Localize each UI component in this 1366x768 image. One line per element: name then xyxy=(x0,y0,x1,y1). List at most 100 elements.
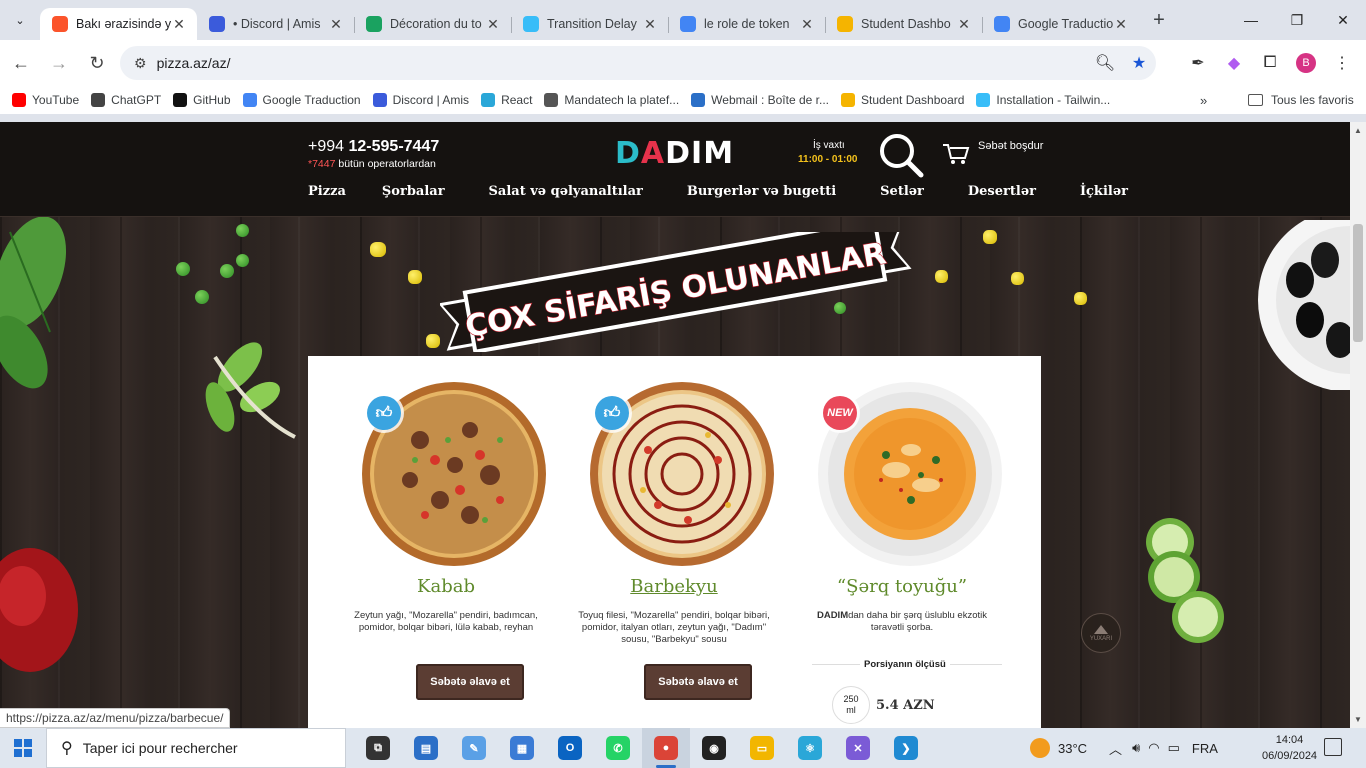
wifi-icon[interactable]: ◠ xyxy=(1148,740,1159,756)
chatgpt-icon xyxy=(91,93,106,107)
browser-toolbar: ← → ↻ ⚙ pizza.az/az/ 🔍︎ ★ ✒ ◆ ⧠ B ⋮ xyxy=(0,40,1366,86)
close-tab-icon[interactable]: ✕ xyxy=(1113,16,1129,33)
scrollbar-thumb[interactable] xyxy=(1353,224,1363,342)
weather-temperature[interactable]: 33°C xyxy=(1058,741,1087,756)
dadim-logo[interactable]: DADIM xyxy=(615,136,734,171)
thumbs-up-badge-icon: 👍︎ xyxy=(367,396,401,430)
bookmark-star-icon[interactable]: ★ xyxy=(1122,53,1156,73)
scroll-up-arrow-icon[interactable]: ▲ xyxy=(1354,126,1362,135)
extension-gradient-icon[interactable]: ◆ xyxy=(1216,46,1252,80)
browser-tab[interactable]: • Discord | Amis ✕ xyxy=(197,8,354,40)
restore-icon[interactable]: ❐ xyxy=(1274,0,1320,40)
outlook-icon[interactable]: O xyxy=(546,728,594,768)
url-text[interactable]: pizza.az/az/ xyxy=(157,55,1088,71)
calculator-icon[interactable]: ▦ xyxy=(498,728,546,768)
bookmark-item[interactable]: Installation - Tailwin... xyxy=(976,93,1110,107)
bookmark-item[interactable]: YouTube xyxy=(12,93,79,107)
cart-status[interactable]: Səbət boşdur xyxy=(978,140,1043,152)
scroll-to-top-button[interactable]: YUXARI xyxy=(1081,613,1121,653)
nav-salads[interactable]: Salat və qəlyanaltılar xyxy=(489,184,643,199)
bookmark-item[interactable]: React xyxy=(481,93,532,107)
thumbs-up-badge-icon: 👍︎ xyxy=(595,396,629,430)
phone-number[interactable]: +994 12-595-7447 xyxy=(308,138,439,156)
search-icon[interactable] xyxy=(878,132,924,178)
notifications-icon[interactable] xyxy=(1324,738,1342,756)
battery-icon[interactable]: ▭ xyxy=(1168,740,1180,756)
volume-icon[interactable]: 🔊︎ xyxy=(1132,740,1140,756)
product-name[interactable]: Kabab xyxy=(332,576,560,597)
portion-size-option[interactable]: 250 ml xyxy=(832,686,870,724)
add-to-cart-button[interactable]: Səbətə əlavə et xyxy=(644,664,752,700)
browser-tab[interactable]: Bakı ərazisində y ✕ xyxy=(40,8,197,40)
bookmark-item[interactable]: Discord | Amis xyxy=(372,93,469,107)
network-app-icon[interactable]: ▤ xyxy=(402,728,450,768)
nav-desserts[interactable]: Desertlər xyxy=(968,184,1036,199)
scroll-down-arrow-icon[interactable]: ▼ xyxy=(1354,715,1362,724)
extensions-puzzle-icon[interactable]: ⧠ xyxy=(1252,46,1288,80)
nav-sets[interactable]: Setlər xyxy=(880,184,924,199)
close-tab-icon[interactable]: ✕ xyxy=(485,16,501,33)
reload-icon[interactable]: ↻ xyxy=(80,46,114,80)
file-explorer-icon[interactable]: ▭ xyxy=(738,728,786,768)
vscode-icon[interactable]: ❯ xyxy=(882,728,930,768)
discord-icon xyxy=(372,93,387,107)
menu-kebab-icon[interactable]: ⋮ xyxy=(1324,46,1360,80)
nav-drinks[interactable]: İçkilər xyxy=(1080,184,1128,199)
site-settings-icon[interactable]: ⚙ xyxy=(134,55,147,72)
nav-soups[interactable]: Şorbalar xyxy=(382,184,445,199)
chrome-icon[interactable]: ● xyxy=(642,728,690,768)
whatsapp-icon[interactable]: ✆ xyxy=(594,728,642,768)
address-bar[interactable]: ⚙ pizza.az/az/ 🔍︎ ★ xyxy=(120,46,1156,80)
browser-tab[interactable]: le role de token ✕ xyxy=(668,8,825,40)
webmail-icon xyxy=(691,93,706,107)
product-name[interactable]: Barbekyu xyxy=(560,576,788,597)
tomato-sauce-image xyxy=(0,548,78,672)
product-name[interactable]: “Şərq toyuğu” xyxy=(788,576,1016,597)
paint-icon[interactable]: ✎ xyxy=(450,728,498,768)
bookmark-item[interactable]: Webmail : Boîte de r... xyxy=(691,93,829,107)
minimize-icon[interactable]: — xyxy=(1228,0,1274,40)
pea-image xyxy=(195,290,209,304)
bookmark-item[interactable]: Google Traduction xyxy=(242,93,361,107)
nav-pizza[interactable]: Pizza xyxy=(308,184,346,199)
taskbar-search[interactable]: ⚲ Taper ici pour rechercher xyxy=(46,728,346,768)
page-scrollbar[interactable]: ▲ ▼ xyxy=(1350,122,1366,728)
profile-avatar[interactable]: B xyxy=(1296,53,1316,73)
bookmark-item[interactable]: Mandatech la platef... xyxy=(544,93,679,107)
bookmark-item[interactable]: ChatGPT xyxy=(91,93,161,107)
browser-tab[interactable]: Student Dashbo ✕ xyxy=(825,8,982,40)
all-bookmarks-folder[interactable]: Tous les favoris xyxy=(1248,93,1354,107)
weather-sun-icon[interactable] xyxy=(1030,738,1050,758)
forward-arrow-icon[interactable]: → xyxy=(42,46,76,80)
bookmark-label: Mandatech la platef... xyxy=(564,93,680,107)
browser-tab[interactable]: Transition Delay ✕ xyxy=(511,8,668,40)
bookmarks-overflow-icon[interactable]: » xyxy=(1200,93,1207,108)
tab-search-chevron-icon[interactable]: ⌄ xyxy=(6,6,34,34)
github-desktop-icon[interactable]: ◉ xyxy=(690,728,738,768)
close-tab-icon[interactable]: ✕ xyxy=(642,16,658,33)
browser-tab[interactable]: Décoration du to ✕ xyxy=(354,8,511,40)
close-window-icon[interactable]: ✕ xyxy=(1320,0,1366,40)
close-tab-icon[interactable]: ✕ xyxy=(956,16,972,33)
new-tab-button[interactable]: + xyxy=(1145,6,1173,34)
close-tab-icon[interactable]: ✕ xyxy=(799,16,815,33)
windows-start-icon[interactable] xyxy=(0,728,46,768)
close-tab-icon[interactable]: ✕ xyxy=(171,16,187,33)
system-clock[interactable]: 14:04 06/09/2024 xyxy=(1262,732,1317,764)
bookmark-item[interactable]: Student Dashboard xyxy=(841,93,964,107)
nav-burgers[interactable]: Burgerlər və bugetti xyxy=(687,184,836,199)
visual-studio-icon[interactable]: ✕ xyxy=(834,728,882,768)
back-arrow-icon[interactable]: ← xyxy=(4,46,38,80)
add-to-cart-button[interactable]: Səbətə əlavə et xyxy=(416,664,524,700)
language-indicator[interactable]: FRA xyxy=(1192,741,1218,756)
show-hidden-icons-icon[interactable]: ︿ xyxy=(1109,739,1122,758)
react-devtools-icon[interactable]: ⚛ xyxy=(786,728,834,768)
eyedropper-icon[interactable]: ✒ xyxy=(1180,46,1216,80)
zoom-icon[interactable]: 🔍︎ xyxy=(1088,53,1122,73)
bookmark-item[interactable]: GitHub xyxy=(173,93,231,107)
all-bookmarks-label: Tous les favoris xyxy=(1271,93,1354,107)
close-tab-icon[interactable]: ✕ xyxy=(328,16,344,33)
task-view-icon[interactable]: ⧉ xyxy=(354,728,402,768)
cart-icon[interactable] xyxy=(942,142,970,166)
browser-tab[interactable]: Google Traductio ✕ xyxy=(982,8,1139,40)
